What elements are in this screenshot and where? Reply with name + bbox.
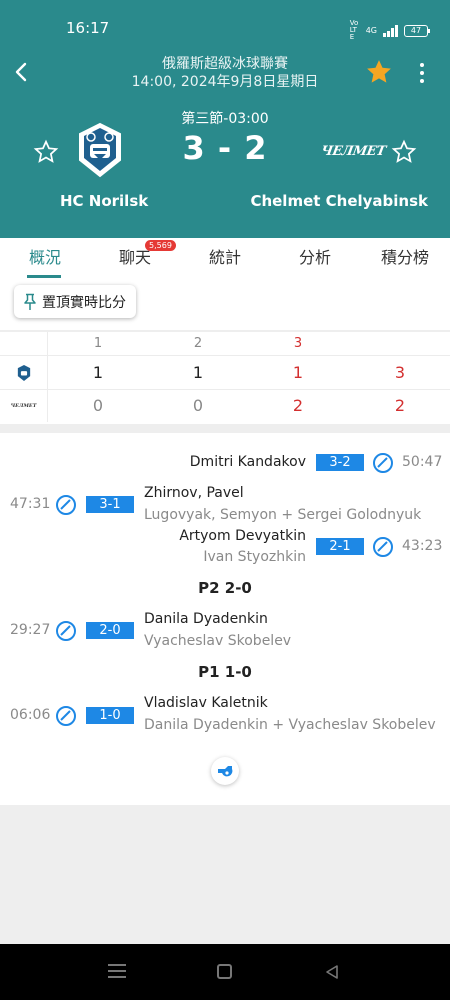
table-header-row: 1 2 3 <box>0 332 450 356</box>
home-period-score: 1 <box>292 363 304 382</box>
puck-icon <box>56 621 76 641</box>
tab-label: 積分榜 <box>380 248 429 267</box>
period-header: 3 <box>293 336 303 351</box>
home-follow-button[interactable] <box>33 139 59 165</box>
event-scorer: Dmitri Kandakov <box>189 454 306 470</box>
pin-icon <box>24 293 36 310</box>
period-score-table: 1 2 3 1 1 1 3 ЧЕЛМЕТ 0 0 2 2 <box>0 332 450 424</box>
home-total-score: 3 <box>394 363 406 382</box>
home-period-row: 1 1 1 3 <box>0 356 450 390</box>
tab-analysis[interactable]: 分析 <box>270 238 360 278</box>
puck-icon <box>373 453 393 473</box>
puck-icon <box>373 537 393 557</box>
away-period-row: ЧЕЛМЕТ 0 0 2 2 <box>0 390 450 422</box>
pin-live-score-button[interactable]: 置頂實時比分 <box>14 285 136 318</box>
event-score-tag: 1-0 <box>86 707 134 724</box>
match-header: 俄羅斯超級冰球聯賽 14:00, 2024年9月8日星期日 第三節-03:00 … <box>0 55 450 238</box>
event-scorer: Danila Dyadenkin <box>144 611 268 627</box>
tab-bar: 概況 聊天 5,569 統計 分析 積分榜 <box>0 238 450 278</box>
home-mini-logo <box>0 356 48 389</box>
event-scorer: Artyom Devyatkin <box>179 528 306 544</box>
status-bar: 16:17 Vo LTE 4G 47 <box>0 0 450 55</box>
event-score-tag: 3-2 <box>316 454 364 471</box>
tab-stats[interactable]: 統計 <box>180 238 270 278</box>
event-scorer: Zhirnov, Pavel <box>144 485 244 501</box>
period-header: 1 <box>93 336 103 351</box>
home-period-score: 1 <box>192 363 204 382</box>
period-summary-label: P2 2-0 <box>198 579 252 597</box>
event-time: 47:31 <box>10 496 51 512</box>
whistle-icon <box>211 757 239 785</box>
pin-button-label: 置頂實時比分 <box>42 294 126 311</box>
system-nav-bar <box>0 944 450 1000</box>
status-time: 16:17 <box>66 19 110 37</box>
recent-apps-button[interactable] <box>108 964 126 978</box>
network-label: Vo LTE <box>349 19 359 41</box>
table-corner-cell <box>0 332 48 355</box>
event-score-tag: 3-1 <box>86 496 134 513</box>
signal-icon <box>383 24 398 37</box>
tab-overview[interactable]: 概況 <box>0 238 90 278</box>
puck-icon <box>56 706 76 726</box>
star-outline-icon <box>391 139 417 163</box>
star-outline-icon <box>33 139 59 163</box>
away-follow-button[interactable] <box>391 139 417 165</box>
battery-level: 47 <box>410 25 422 35</box>
tab-label: 分析 <box>298 248 331 267</box>
away-total-score: 2 <box>394 396 406 415</box>
event-score-tag: 2-0 <box>86 622 134 639</box>
event-time: 06:06 <box>10 707 51 723</box>
away-period-score: 2 <box>292 396 304 415</box>
battery-icon: 47 <box>404 24 430 37</box>
away-mini-logo-text: ЧЕЛМЕТ <box>10 403 37 409</box>
period-header: 2 <box>193 336 203 351</box>
away-period-score: 0 <box>92 396 104 415</box>
pin-area: 置頂實時比分 <box>0 278 450 330</box>
period-info: 第三節-03:00 <box>181 111 269 127</box>
status-icons: Vo LTE 4G 47 <box>349 19 430 41</box>
home-team-logo[interactable] <box>74 122 126 178</box>
period-summary-label: P1 1-0 <box>198 663 252 681</box>
chat-count-badge: 5,569 <box>145 240 176 251</box>
event-assist: Ivan Styozhkin <box>203 549 306 565</box>
away-mini-logo: ЧЕЛМЕТ <box>0 390 48 422</box>
event-time: 43:23 <box>402 538 443 554</box>
network-type: 4G <box>365 26 377 35</box>
tab-label: 概況 <box>28 248 61 267</box>
event-time: 29:27 <box>10 622 51 638</box>
home-period-score: 1 <box>92 363 104 382</box>
away-team-logo[interactable]: ЧЕЛМЕТ <box>320 144 387 159</box>
event-assist: Vyacheslav Skobelev <box>144 633 292 649</box>
tab-label: 聊天 <box>118 248 151 267</box>
star-filled-icon <box>367 60 391 83</box>
tab-standings[interactable]: 積分榜 <box>360 238 450 278</box>
events-timeline: Dmitri Kandakov 3-2 50:47 47:31 3-1 Zhir… <box>0 433 450 805</box>
tab-label: 統計 <box>208 248 241 267</box>
event-assist: Lugovyak, Semyon + Sergei Golodnyuk <box>144 507 422 523</box>
nav-back-icon[interactable] <box>324 964 340 980</box>
event-score-tag: 2-1 <box>316 538 364 555</box>
event-time: 50:47 <box>402 454 443 470</box>
puck-icon <box>56 495 76 515</box>
away-period-score: 0 <box>192 396 204 415</box>
tab-chat[interactable]: 聊天 5,569 <box>90 238 180 278</box>
home-button[interactable] <box>217 964 232 979</box>
away-team-name[interactable]: Chelmet Chelyabinsk <box>250 192 428 210</box>
home-team-name[interactable]: HC Norilsk <box>60 192 148 210</box>
event-assist: Danila Dyadenkin + Vyacheslav Skobelev <box>144 717 436 733</box>
more-menu-button[interactable] <box>412 59 432 87</box>
favorite-button[interactable] <box>364 57 394 87</box>
event-scorer: Vladislav Kaletnik <box>144 695 268 711</box>
